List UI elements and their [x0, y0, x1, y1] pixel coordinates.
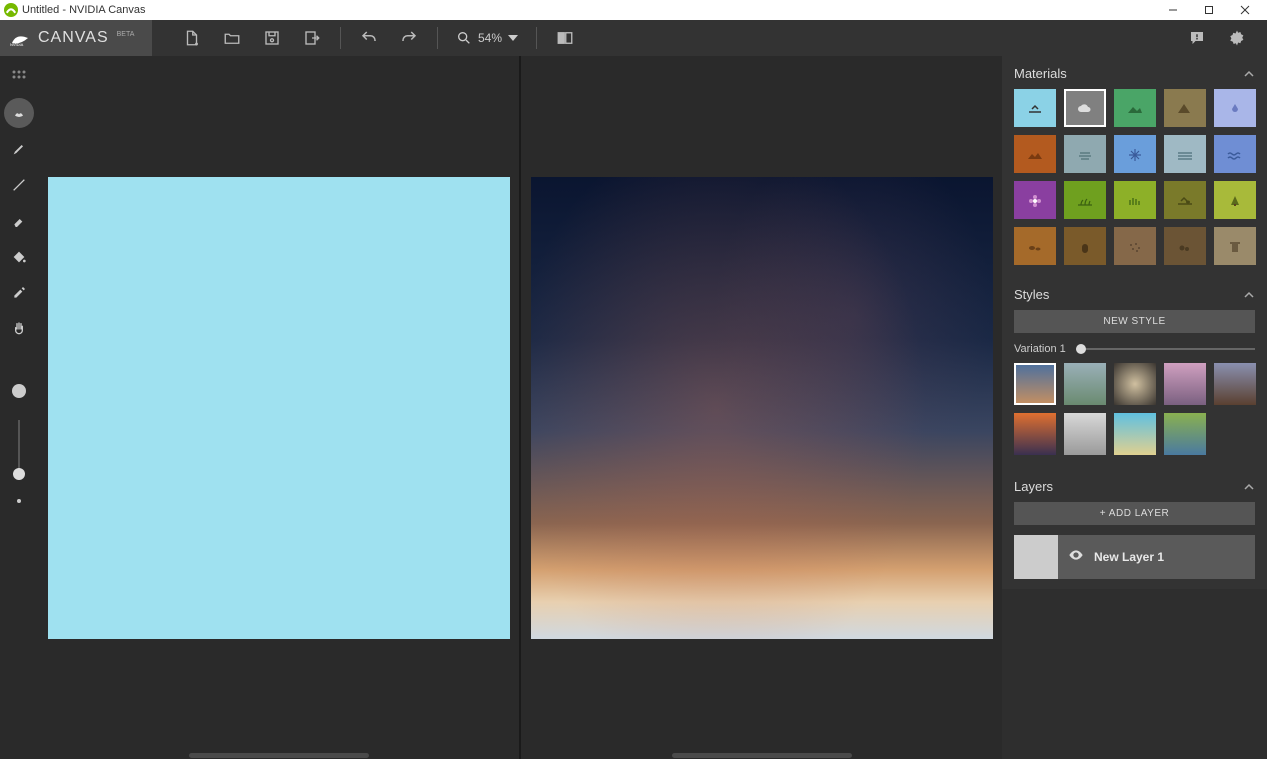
canvas-wordmark: CANVAS [38, 29, 109, 47]
brush-size-small-icon [4, 486, 34, 516]
zoom-control[interactable]: 54% [446, 30, 528, 46]
brush-size-slider[interactable] [18, 420, 20, 480]
material-fog[interactable] [1064, 135, 1106, 173]
material-mountain[interactable] [1164, 89, 1206, 127]
export-button[interactable] [292, 20, 332, 56]
compare-button[interactable] [545, 20, 585, 56]
segmentation-canvas[interactable] [48, 177, 510, 639]
layers-title: Layers [1014, 479, 1053, 494]
material-grass[interactable] [1064, 181, 1106, 219]
rendered-output [531, 177, 993, 639]
material-water[interactable] [1164, 135, 1206, 173]
open-file-button[interactable] [212, 20, 252, 56]
style-thumb-style-7[interactable] [1064, 413, 1106, 455]
layer-thumbnail [1014, 535, 1058, 579]
material-mud[interactable] [1014, 227, 1056, 265]
material-sky[interactable] [1014, 89, 1056, 127]
variation-row: Variation 1 [1002, 343, 1267, 363]
new-file-button[interactable] [172, 20, 212, 56]
materials-grid [1002, 89, 1267, 277]
material-gravel[interactable] [1114, 227, 1156, 265]
h-scrollbar-left[interactable] [189, 753, 369, 758]
app-icon [4, 3, 18, 17]
material-building[interactable] [1214, 227, 1256, 265]
material-sea[interactable] [1214, 135, 1256, 173]
eyedropper-tool[interactable] [4, 278, 34, 308]
materials-title: Materials [1014, 66, 1067, 81]
style-thumb-style-8[interactable] [1114, 413, 1156, 455]
undo-button[interactable] [349, 20, 389, 56]
visibility-icon[interactable] [1068, 547, 1084, 568]
material-rock[interactable] [1164, 227, 1206, 265]
material-cloud[interactable] [1064, 89, 1106, 127]
material-wood[interactable] [1064, 227, 1106, 265]
fill-tool[interactable] [4, 242, 34, 272]
brand-block: NVIDIA CANVAS BETA [0, 20, 152, 56]
material-bush[interactable] [1114, 181, 1156, 219]
chevron-down-icon [508, 35, 518, 41]
grid-tool[interactable] [4, 62, 34, 92]
window-titlebar: Untitled - NVIDIA Canvas [0, 0, 1267, 20]
add-layer-button[interactable]: + ADD LAYER [1014, 502, 1255, 525]
layer-name: New Layer 1 [1094, 550, 1164, 564]
nvidia-logo-icon: NVIDIA [8, 29, 32, 47]
material-ground[interactable] [1164, 181, 1206, 219]
styles-header[interactable]: Styles [1002, 277, 1267, 310]
canvas-area [38, 56, 1002, 759]
h-scrollbar-right[interactable] [672, 753, 852, 758]
eraser-tool[interactable] [4, 206, 34, 236]
material-snow[interactable] [1114, 135, 1156, 173]
redo-button[interactable] [389, 20, 429, 56]
settings-button[interactable] [1217, 20, 1257, 56]
styles-title: Styles [1014, 287, 1049, 302]
minimize-button[interactable] [1155, 0, 1191, 20]
app-header: NVIDIA CANVAS BETA 54% [0, 20, 1267, 56]
material-hill[interactable] [1114, 89, 1156, 127]
close-button[interactable] [1227, 0, 1263, 20]
style-thumb-style-1[interactable] [1014, 363, 1056, 405]
brush-tool[interactable] [4, 134, 34, 164]
styles-grid [1002, 363, 1267, 469]
variation-slider[interactable] [1076, 348, 1255, 350]
maximize-button[interactable] [1191, 0, 1227, 20]
segmentation-panel [38, 56, 521, 759]
svg-text:NVIDIA: NVIDIA [10, 42, 24, 47]
search-icon [456, 30, 472, 46]
feedback-button[interactable] [1177, 20, 1217, 56]
left-toolbar [0, 56, 38, 759]
line-tool[interactable] [4, 170, 34, 200]
zoom-level: 54% [478, 31, 502, 45]
style-thumb-style-6[interactable] [1014, 413, 1056, 455]
chevron-up-icon [1243, 481, 1255, 493]
material-dirt[interactable] [1014, 135, 1056, 173]
materials-header[interactable]: Materials [1002, 56, 1267, 89]
style-thumb-style-9[interactable] [1164, 413, 1206, 455]
material-fill-tool[interactable] [4, 98, 34, 128]
save-button[interactable] [252, 20, 292, 56]
chevron-up-icon [1243, 289, 1255, 301]
beta-badge: BETA [117, 31, 135, 38]
new-style-button[interactable]: NEW STYLE [1014, 310, 1255, 333]
brush-size-large-icon [4, 376, 34, 406]
material-flower[interactable] [1014, 181, 1056, 219]
right-panel: Materials Styles NEW STYLE Variation 1 L… [1002, 56, 1267, 759]
pan-tool[interactable] [4, 314, 34, 344]
window-title: Untitled - NVIDIA Canvas [22, 4, 146, 16]
style-thumb-style-4[interactable] [1164, 363, 1206, 405]
chevron-up-icon [1243, 68, 1255, 80]
layer-row[interactable]: New Layer 1 [1014, 535, 1255, 579]
style-thumb-style-2[interactable] [1064, 363, 1106, 405]
variation-label: Variation 1 [1014, 343, 1066, 355]
material-tree[interactable] [1214, 181, 1256, 219]
layers-header[interactable]: Layers [1002, 469, 1267, 502]
material-water-drop[interactable] [1214, 89, 1256, 127]
render-panel [521, 56, 1002, 759]
style-thumb-style-5[interactable] [1214, 363, 1256, 405]
style-thumb-style-3[interactable] [1114, 363, 1156, 405]
